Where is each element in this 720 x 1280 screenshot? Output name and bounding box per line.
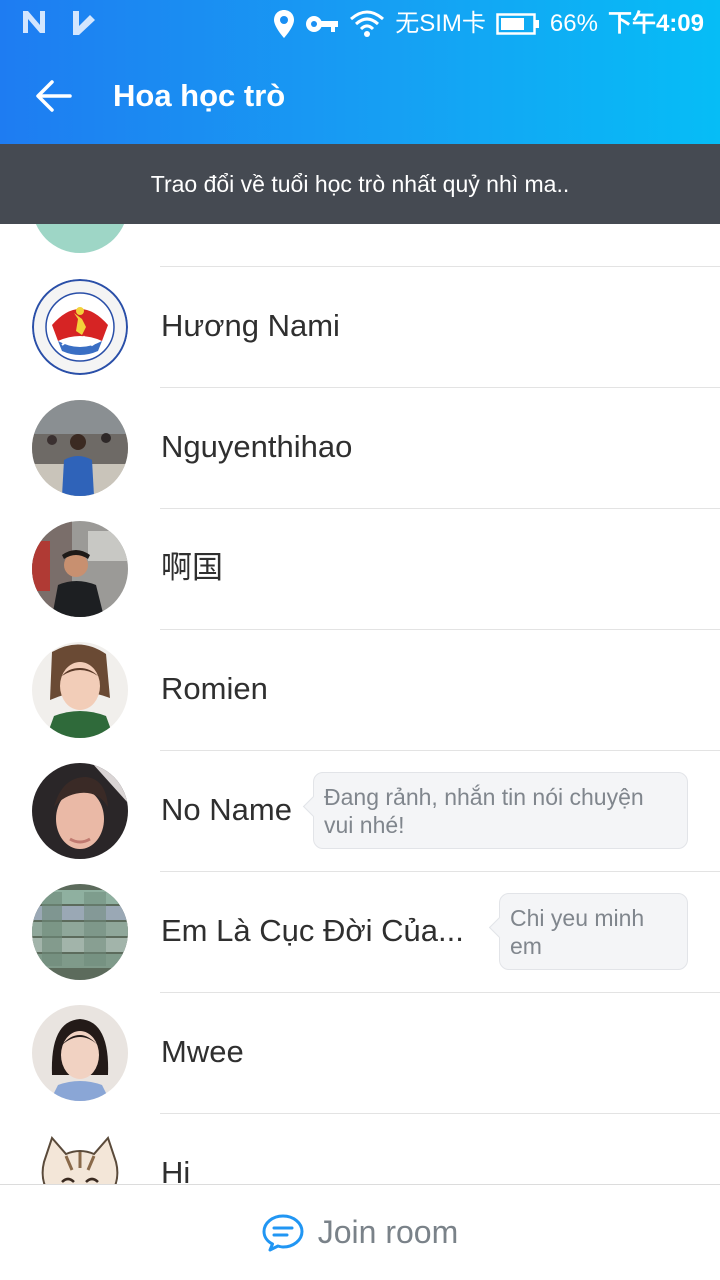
- status-message: Đang rảnh, nhắn tin nói chuyện vui nhé!: [313, 772, 688, 849]
- avatar: [32, 763, 128, 859]
- battery-icon: [496, 13, 539, 35]
- status-message: Chi yeu minh em: [499, 893, 688, 970]
- n-notification-icon: [23, 11, 45, 33]
- member-name: Hi: [161, 1155, 191, 1184]
- sim-status: 无SIM卡: [395, 10, 486, 37]
- avatar: [32, 884, 128, 980]
- list-item[interactable]: Em Là Cục Đời Của... Chi yeu minh em: [0, 871, 720, 992]
- avatar: [32, 1005, 128, 1101]
- room-topic: Trao đổi về tuổi học trò nhất quỷ nhì ma…: [0, 144, 720, 224]
- member-list: Hương Nami Nguyenthihao 啊国 Romien No Nam…: [0, 224, 720, 1184]
- battery-level: 66%: [549, 10, 598, 37]
- avatar: [32, 642, 128, 738]
- status-bar: 无SIM卡 66% 下午4:09: [0, 0, 720, 48]
- join-room-button[interactable]: Join room: [0, 1184, 720, 1280]
- divider: [160, 750, 720, 751]
- toolbar: Hoa học trò: [0, 48, 720, 144]
- avatar: [32, 1126, 128, 1184]
- list-item[interactable]: Mwee: [0, 992, 720, 1113]
- wifi-icon: [350, 10, 385, 37]
- list-item[interactable]: Hương Nami: [0, 266, 720, 387]
- member-name: Nguyenthihao: [161, 429, 353, 464]
- avatar: [32, 521, 128, 617]
- check-notification-icon: [73, 11, 95, 35]
- page-title: Hoa học trò: [113, 78, 286, 113]
- divider: [160, 266, 720, 267]
- list-item[interactable]: Nguyenthihao: [0, 387, 720, 508]
- list-item[interactable]: Hi: [0, 1113, 720, 1184]
- divider: [160, 871, 720, 872]
- member-name: Mwee: [161, 1034, 244, 1069]
- divider: [160, 387, 720, 388]
- member-name: Romien: [161, 671, 268, 706]
- join-room-label: Join room: [317, 1214, 459, 1250]
- app-bar: 无SIM卡 66% 下午4:09 Hoa học trò: [0, 0, 720, 144]
- key-icon: [306, 16, 339, 32]
- member-name: 啊国: [161, 550, 223, 585]
- arrow-left-icon[interactable]: [30, 74, 78, 118]
- member-name: Em Là Cục Đời Của...: [161, 913, 464, 948]
- location-icon: [274, 10, 295, 38]
- avatar: [32, 224, 128, 253]
- avatar: [32, 279, 128, 375]
- list-item[interactable]: 啊国: [0, 508, 720, 629]
- list-item[interactable]: Romien: [0, 629, 720, 750]
- divider: [160, 508, 720, 509]
- divider: [160, 629, 720, 630]
- list-item[interactable]: No Name Đang rảnh, nhắn tin nói chuyện v…: [0, 750, 720, 871]
- divider: [160, 992, 720, 993]
- member-name: No Name: [161, 792, 292, 827]
- clock: 下午4:09: [607, 10, 704, 37]
- avatar: [32, 400, 128, 496]
- member-name: Hương Nami: [161, 308, 340, 343]
- list-item[interactable]: [0, 224, 720, 266]
- chat-bubble-icon: [262, 1214, 304, 1251]
- divider: [160, 1113, 720, 1114]
